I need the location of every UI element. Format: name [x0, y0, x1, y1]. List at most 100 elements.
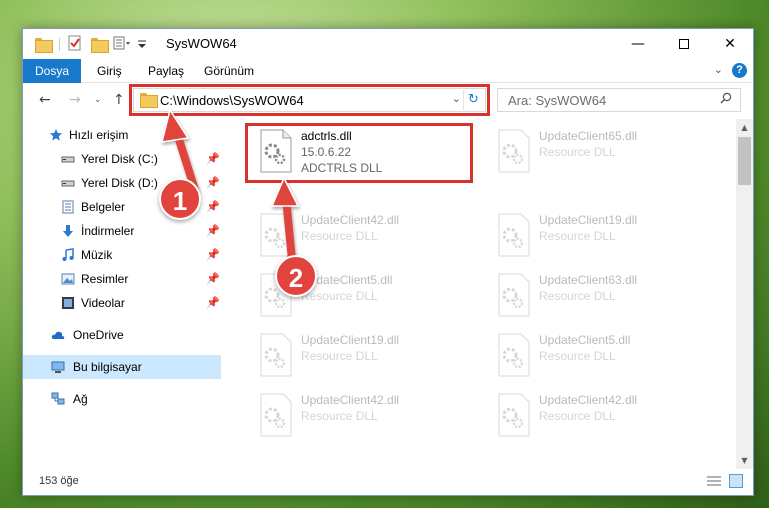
file-type: Resource DLL [301, 289, 378, 303]
file-item[interactable]: UpdateClient5.dll Resource DLL [485, 329, 715, 385]
file-name: UpdateClient42.dll [301, 393, 400, 407]
pin-icon[interactable]: 📌 [206, 147, 220, 171]
file-item[interactable]: UpdateClient19.dll Resource DLL [485, 209, 715, 265]
dll-file-icon [498, 129, 530, 173]
file-item[interactable]: UpdateClient42.dll Resource DLL [247, 209, 477, 265]
folder-icon[interactable] [35, 35, 53, 53]
tab-file[interactable]: Dosya [23, 59, 81, 83]
file-name: UpdateClient19.dll [301, 333, 400, 347]
vertical-scrollbar[interactable]: ▲ ▼ [736, 119, 753, 469]
scroll-up-arrow-icon[interactable]: ▲ [736, 119, 753, 136]
status-bar: 153 öğe [23, 469, 753, 495]
sidebar-item-pictures[interactable]: Resimler 📌 [23, 267, 221, 291]
search-input[interactable]: Ara: SysWOW64 [497, 88, 741, 112]
pin-icon[interactable]: 📌 [206, 291, 220, 315]
computer-icon [51, 361, 65, 373]
cloud-icon [51, 331, 65, 339]
sidebar-item-network[interactable]: Ağ [23, 387, 221, 411]
tiles-view-icon[interactable] [729, 474, 743, 488]
expand-ribbon-chevron-icon[interactable]: ⌄ [714, 63, 723, 76]
pin-icon[interactable]: 📌 [206, 195, 220, 219]
divider [59, 38, 60, 51]
sidebar-item-downloads[interactable]: İndirmeler 📌 [23, 219, 221, 243]
pictures-icon [61, 273, 75, 285]
sidebar-item-quick-access[interactable]: Hızlı erişim [23, 123, 221, 147]
file-type: Resource DLL [539, 289, 616, 303]
file-type: Resource DLL [539, 145, 616, 159]
file-type: Resource DLL [301, 229, 378, 243]
minimize-button[interactable]: — [615, 29, 661, 59]
documents-icon [62, 200, 74, 214]
file-item[interactable]: UpdateClient63.dll Resource DLL [485, 269, 715, 325]
navigation-bar: ← → ⌄ ↑ C:\Windows\SysWOW64 ⌄ ↻ Ara: Sys… [23, 84, 753, 118]
sidebar-item-label: Yerel Disk (D:) [81, 176, 158, 190]
scroll-down-arrow-icon[interactable]: ▼ [736, 452, 753, 469]
star-icon [50, 129, 62, 141]
sidebar-item-label: Ağ [73, 392, 88, 406]
file-item[interactable]: UpdateClient19.dll Resource DLL [247, 329, 477, 385]
download-icon [63, 225, 73, 237]
item-count: 153 öğe [39, 475, 79, 487]
tab-view[interactable]: Görünüm [204, 59, 254, 83]
file-item[interactable]: UpdateClient65.dll Resource DLL [485, 125, 715, 181]
network-icon [51, 392, 65, 405]
close-button[interactable]: ✕ [707, 29, 753, 59]
tab-home[interactable]: Giriş [97, 59, 122, 83]
file-type: Resource DLL [301, 409, 378, 423]
title-bar: SysWOW64 — ✕ [23, 29, 753, 59]
recent-locations-chevron-icon[interactable]: ⌄ [94, 95, 102, 105]
file-item[interactable]: UpdateClient42.dll Resource DLL [485, 389, 715, 445]
quick-access-dropdown-icon[interactable] [135, 35, 153, 53]
new-folder-icon[interactable] [91, 35, 109, 53]
details-view-icon[interactable] [707, 475, 721, 487]
pin-icon[interactable]: 📌 [206, 243, 220, 267]
file-type: Resource DLL [301, 349, 378, 363]
dll-file-icon [260, 333, 292, 377]
pin-icon[interactable]: 📌 [206, 267, 220, 291]
tab-share[interactable]: Paylaş [148, 59, 184, 83]
file-list: adctrls.dll 15.0.6.22 ADCTRLS DLL Update… [233, 119, 741, 469]
up-arrow-icon[interactable]: ↑ [113, 92, 125, 108]
sidebar-item-music[interactable]: Müzik 📌 [23, 243, 221, 267]
file-name: UpdateClient65.dll [539, 129, 638, 143]
file-name: UpdateClient19.dll [539, 213, 638, 227]
file-type: Resource DLL [539, 409, 616, 423]
help-icon[interactable]: ? [732, 63, 747, 78]
sidebar-item-label: Yerel Disk (C:) [81, 152, 158, 166]
file-type: Resource DLL [539, 349, 616, 363]
file-item[interactable]: UpdateClient42.dll Resource DLL [247, 389, 477, 445]
explorer-window: SysWOW64 — ✕ Dosya Giriş Paylaş Görünüm … [22, 28, 754, 496]
address-highlight-box [129, 84, 490, 116]
customize-icon[interactable] [113, 35, 131, 53]
sidebar-item-label: Hızlı erişim [69, 128, 129, 142]
sidebar-item-disk-c[interactable]: Yerel Disk (C:) 📌 [23, 147, 221, 171]
properties-check-icon[interactable] [67, 35, 85, 53]
file-name: UpdateClient63.dll [539, 273, 638, 287]
ribbon-tabs: Dosya Giriş Paylaş Görünüm ⌄ ? [23, 59, 753, 83]
sidebar-item-this-pc[interactable]: Bu bilgisayar [23, 355, 221, 379]
sidebar-item-label: Müzik [81, 248, 113, 262]
dll-file-icon [498, 333, 530, 377]
sidebar-item-label: Belgeler [81, 200, 126, 214]
file-highlight-box [245, 123, 473, 183]
maximize-button[interactable] [661, 29, 707, 59]
sidebar-item-label: Bu bilgisayar [73, 360, 142, 374]
dll-file-icon [498, 273, 530, 317]
forward-arrow-icon[interactable]: → [69, 92, 81, 108]
dll-file-icon [498, 393, 530, 437]
dll-file-icon [260, 393, 292, 437]
sidebar-item-onedrive[interactable]: OneDrive [23, 323, 221, 347]
drive-icon [61, 180, 75, 187]
search-icon[interactable] [720, 92, 732, 104]
sidebar-item-videos[interactable]: Videolar 📌 [23, 291, 221, 315]
dll-file-icon [498, 213, 530, 257]
sidebar-item-label: OneDrive [73, 328, 124, 342]
scrollbar-thumb[interactable] [738, 137, 751, 185]
file-type: Resource DLL [539, 229, 616, 243]
window-title: SysWOW64 [166, 36, 237, 51]
pin-icon[interactable]: 📌 [206, 171, 220, 195]
navigation-pane: Hızlı erişim Yerel Disk (C:) 📌 Yerel Dis… [23, 119, 221, 469]
video-icon [62, 297, 74, 309]
pin-icon[interactable]: 📌 [206, 219, 220, 243]
back-arrow-icon[interactable]: ← [39, 92, 51, 108]
